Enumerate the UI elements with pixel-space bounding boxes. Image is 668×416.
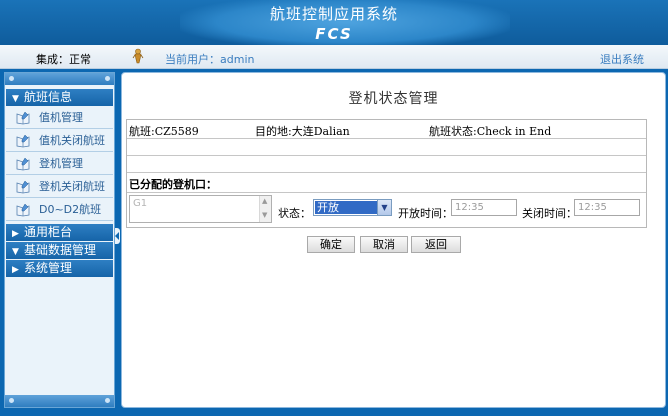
sidebar-item-label: 值机关闭航班 <box>39 134 105 147</box>
flight-number: 航班:CZ5589 <box>129 125 199 138</box>
sidebar-dot <box>105 398 110 403</box>
boarding-status-form: 航班:CZ5589 目的地:大连Dalian 航班状态:Check in End… <box>126 119 647 228</box>
status-bar: 集成：正常 当前用户：admin 退出系统 <box>0 45 668 69</box>
book-pen-icon <box>16 111 30 125</box>
gate-value: G1 <box>133 198 148 209</box>
gate-detail-row: G1 ▲ ▼ 状态： 开放 ▼ 开放时间： 12:35 关闭时间： 12:35 <box>127 193 646 227</box>
book-pen-icon <box>16 157 30 171</box>
book-pen-icon <box>16 203 30 217</box>
sidebar-item-label: D0~D2航班 <box>39 203 102 216</box>
open-time-input[interactable]: 12:35 <box>451 199 517 216</box>
triangle-right-icon: ▶ <box>12 265 19 275</box>
scroll-up-icon[interactable]: ▲ <box>262 197 267 205</box>
sidebar-item-label: 登机关闭航班 <box>39 180 105 193</box>
open-time-label: 开放时间： <box>398 207 453 220</box>
sidebar-item-checkin-management[interactable]: 值机管理 <box>6 107 113 129</box>
sidebar-top-bar <box>5 73 114 85</box>
sidebar-dot <box>9 76 14 81</box>
section-label: 系统管理 <box>24 261 73 275</box>
app-header: 航班控制应用系统 FCS <box>0 0 668 45</box>
sidebar-section-base-data[interactable]: ▼ 基础数据管理 <box>6 242 113 259</box>
integration-status: 集成：正常 <box>36 53 91 66</box>
sidebar-dot <box>9 398 14 403</box>
page-title: 登机状态管理 <box>348 91 439 107</box>
content-panel: 登机状态管理 航班:CZ5589 目的地:大连Dalian 航班状态:Check… <box>121 72 666 408</box>
destination: 目的地:大连Dalian <box>255 125 350 138</box>
sidebar-section-common-counter[interactable]: ▶ 通用柜台 <box>6 224 113 241</box>
logout-link[interactable]: 退出系统 <box>600 51 644 67</box>
close-time-input[interactable]: 12:35 <box>574 199 640 216</box>
fcs-logo: FCS <box>315 25 353 43</box>
flight-info-row: 航班:CZ5589 目的地:大连Dalian 航班状态:Check in End <box>127 120 646 139</box>
empty-row <box>127 156 646 173</box>
assigned-gate-label: 已分配的登机口： <box>129 178 217 191</box>
gate-textarea[interactable]: G1 ▲ ▼ <box>129 195 272 223</box>
triangle-down-icon: ▼ <box>12 247 19 257</box>
triangle-right-icon: ▶ <box>12 229 19 239</box>
sidebar-item-boarding-closed-flights[interactable]: 登机关闭航班 <box>6 176 113 198</box>
assigned-gate-row: 已分配的登机口： <box>127 173 646 193</box>
triangle-down-icon: ▼ <box>12 94 19 104</box>
sidebar-item-label: 值机管理 <box>39 111 83 124</box>
flight-status: 航班状态:Check in End <box>429 125 552 138</box>
empty-row <box>127 139 646 156</box>
sidebar: ▼ 航班信息 值机管理 值机关闭航班 登机管理 登机关闭航班 D0~D2航班 ▶ 通… <box>4 72 115 408</box>
chevron-down-icon[interactable]: ▼ <box>377 200 391 215</box>
sidebar-item-checkin-closed-flights[interactable]: 值机关闭航班 <box>6 130 113 152</box>
book-pen-icon <box>16 180 30 194</box>
textarea-scrollbar[interactable]: ▲ ▼ <box>259 196 271 222</box>
book-pen-icon <box>16 134 30 148</box>
back-button[interactable]: 返回 <box>411 236 461 253</box>
sidebar-dot <box>105 76 110 81</box>
app-title: 航班控制应用系统 <box>269 5 398 23</box>
section-label: 基础数据管理 <box>24 243 97 257</box>
sidebar-item-label: 登机管理 <box>39 157 83 170</box>
sidebar-collapse-handle[interactable] <box>115 228 120 244</box>
confirm-button[interactable]: 确定 <box>307 236 355 253</box>
section-label: 通用柜台 <box>24 225 73 239</box>
sidebar-section-flight-info[interactable]: ▼ 航班信息 <box>6 89 113 106</box>
section-label: 航班信息 <box>24 90 73 104</box>
close-time-label: 关闭时间： <box>522 207 577 220</box>
sidebar-item-boarding-management[interactable]: 登机管理 <box>6 153 113 175</box>
sidebar-section-system-management[interactable]: ▶ 系统管理 <box>6 260 113 277</box>
current-user-label: 当前用户：admin <box>165 53 255 66</box>
sidebar-item-d0-d2-flights[interactable]: D0~D2航班 <box>6 199 113 221</box>
status-selected-value: 开放 <box>315 201 377 214</box>
status-select[interactable]: 开放 ▼ <box>313 199 392 216</box>
user-icon <box>132 48 144 64</box>
cancel-button[interactable]: 取消 <box>360 236 408 253</box>
scroll-down-icon[interactable]: ▼ <box>262 211 267 219</box>
status-label: 状态： <box>278 207 311 220</box>
sidebar-bottom-bar <box>5 395 114 407</box>
